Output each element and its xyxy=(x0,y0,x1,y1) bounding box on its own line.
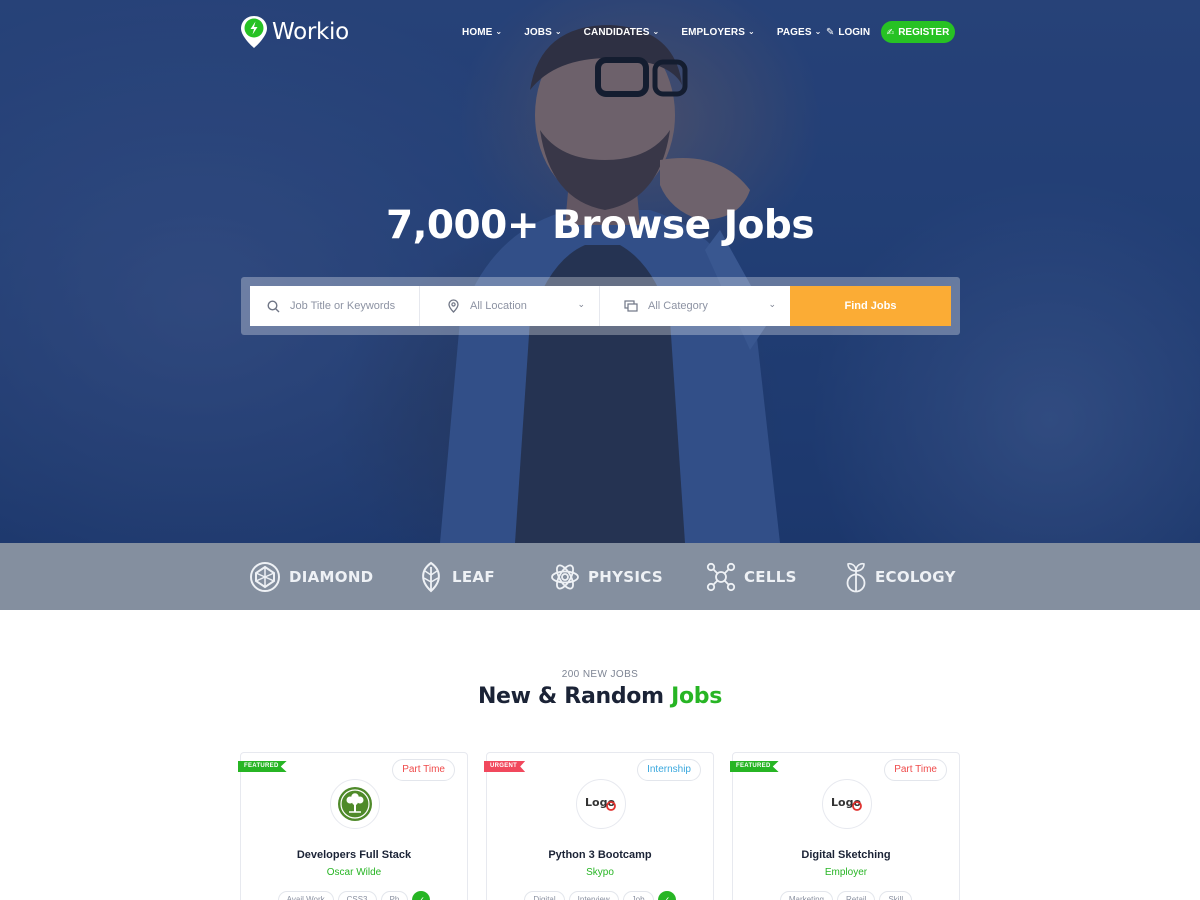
map-marker-icon xyxy=(446,299,460,313)
job-tag[interactable]: Retail xyxy=(837,891,876,900)
company-logo: Logo xyxy=(576,779,626,829)
location-select[interactable]: All Location ⌄ xyxy=(420,286,600,326)
featured-badge: FEATURED xyxy=(238,761,287,772)
login-label: LOGIN xyxy=(838,26,871,38)
edit-icon: ✍ xyxy=(886,26,895,37)
partner-name: LEAF xyxy=(452,567,495,586)
location-pin-icon xyxy=(241,16,267,48)
chevron-down-icon: ⌄ xyxy=(495,26,503,36)
register-label: REGISTER xyxy=(898,26,950,38)
category-icon xyxy=(624,300,638,312)
atom-icon xyxy=(551,564,579,589)
pencil-icon: ✎ xyxy=(826,26,835,38)
urgent-badge: URGENT xyxy=(484,761,526,772)
logo-text: Workio xyxy=(272,19,349,45)
nav-item-home[interactable]: HOME ⌄ xyxy=(462,27,502,38)
nav-item-label: PAGES xyxy=(776,26,812,38)
partner-name: ECOLOGY xyxy=(875,567,956,586)
partner-physics[interactable]: PHYSICS xyxy=(550,543,663,610)
job-title[interactable]: Developers Full Stack xyxy=(241,849,467,861)
login-link[interactable]: ✎ LOGIN xyxy=(826,14,870,50)
job-tags: Avail Work CSS3 Ph ✓ xyxy=(241,891,467,900)
chevron-down-icon: ⌄ xyxy=(554,26,562,36)
job-tag[interactable]: CSS3 xyxy=(337,891,377,900)
job-tag[interactable]: Digital xyxy=(524,891,565,900)
section-title-accent: Jobs xyxy=(671,684,723,709)
find-jobs-button[interactable]: Find Jobs xyxy=(790,286,951,326)
keyword-input-placeholder: Job Title or Keywords xyxy=(290,300,396,312)
job-type-badge: Part Time xyxy=(884,759,947,781)
nav-item-pages[interactable]: PAGES ⌄ xyxy=(777,27,822,38)
job-tag[interactable]: Marketing xyxy=(779,891,833,900)
chevron-down-icon: ⌄ xyxy=(652,26,660,36)
nav-item-label: HOME xyxy=(462,26,493,38)
partner-cells[interactable]: CELLS xyxy=(706,543,797,610)
location-select-value: All Location xyxy=(470,300,527,312)
register-button[interactable]: ✍ REGISTER xyxy=(881,21,955,43)
more-tags-icon[interactable]: ✓ xyxy=(657,891,676,900)
search-icon xyxy=(266,299,280,313)
partner-name: DIAMOND xyxy=(289,567,374,586)
nav-item-jobs[interactable]: JOBS ⌄ xyxy=(524,27,561,38)
tree-logo-icon xyxy=(338,787,372,821)
company-logo xyxy=(330,779,380,829)
hero-overlay xyxy=(0,0,1200,543)
job-search-panel: Job Title or Keywords All Location ⌄ All… xyxy=(241,277,960,335)
partner-name: PHYSICS xyxy=(588,567,663,586)
category-select[interactable]: All Category ⌄ xyxy=(600,286,790,326)
cells-icon xyxy=(706,562,736,591)
partner-ecology[interactable]: ECOLOGY xyxy=(845,543,956,610)
keyword-search-field[interactable]: Job Title or Keywords xyxy=(250,286,420,326)
chevron-down-icon: ⌄ xyxy=(748,26,755,36)
job-tag[interactable]: Interview xyxy=(568,891,619,900)
job-type-badge: Part Time xyxy=(392,759,455,781)
job-tag[interactable]: Skill xyxy=(879,891,913,900)
nav-item-employers[interactable]: EMPLOYERS ⌄ xyxy=(681,27,755,38)
partner-diamond[interactable]: DIAMOND xyxy=(249,543,373,610)
job-tag[interactable]: Avail Work xyxy=(277,891,334,900)
nav-item-label: EMPLOYERS xyxy=(681,26,746,38)
sprout-icon xyxy=(846,562,866,592)
section-title-main: New & Random xyxy=(477,684,664,709)
job-title[interactable]: Python 3 Bootcamp xyxy=(487,849,713,861)
site-logo[interactable]: Workio xyxy=(240,14,349,50)
nav-item-label: JOBS xyxy=(524,26,552,38)
job-card[interactable]: URGENT Internship Logo Python 3 Bootcamp… xyxy=(484,752,714,900)
job-card[interactable]: FEATURED Part Time Developers Full Stack… xyxy=(238,752,468,900)
job-tags: Digital Interview Job ✓ xyxy=(487,891,713,900)
partner-logos-strip: DIAMOND LEAF PHYSICS CELLS ECOLOGY xyxy=(0,543,1200,610)
section-title: New & Random Jobs xyxy=(0,684,1200,709)
job-type-badge: Internship xyxy=(637,759,701,781)
job-title[interactable]: Digital Sketching xyxy=(733,849,959,861)
logo-placeholder-icon: Logo xyxy=(831,796,862,811)
chevron-down-icon: ⌄ xyxy=(577,299,585,309)
company-logo: Logo xyxy=(822,779,872,829)
company-name[interactable]: Employer xyxy=(733,867,959,878)
job-tag[interactable]: Job xyxy=(622,891,654,900)
company-name[interactable]: Oscar Wilde xyxy=(241,867,467,878)
hero-section xyxy=(0,0,1200,543)
job-tags: Marketing Retail Skill xyxy=(733,891,959,900)
hero-title: 7,000+ Browse Jobs xyxy=(385,203,815,248)
featured-badge: FEATURED xyxy=(730,761,779,772)
partner-leaf[interactable]: LEAF xyxy=(418,543,495,610)
diamond-icon xyxy=(250,561,280,592)
company-name[interactable]: Skypo xyxy=(487,867,713,878)
chevron-down-icon: ⌄ xyxy=(814,26,822,36)
partner-name: CELLS xyxy=(744,567,797,586)
nav-item-label: CANDIDATES xyxy=(583,26,650,38)
top-navigation: Workio HOME ⌄ JOBS ⌄ CANDIDATES ⌄ EMPLOYERS… xyxy=(240,14,960,50)
leaf-icon xyxy=(422,561,440,592)
main-menu: HOME ⌄ JOBS ⌄ CANDIDATES ⌄ EMPLOYERS ⌄ PAGES… xyxy=(462,14,843,50)
nav-item-candidates[interactable]: CANDIDATES ⌄ xyxy=(584,27,660,38)
chevron-down-icon: ⌄ xyxy=(768,299,776,309)
section-subtitle: 200 NEW JOBS xyxy=(561,669,639,680)
job-search-bar: Job Title or Keywords All Location ⌄ All… xyxy=(250,286,951,326)
job-card[interactable]: FEATURED Part Time Logo Digital Sketchin… xyxy=(730,752,960,900)
more-tags-icon[interactable]: ✓ xyxy=(412,891,431,900)
category-select-value: All Category xyxy=(648,300,708,312)
logo-placeholder-icon: Logo xyxy=(585,796,616,811)
job-tag[interactable]: Ph xyxy=(380,891,409,900)
